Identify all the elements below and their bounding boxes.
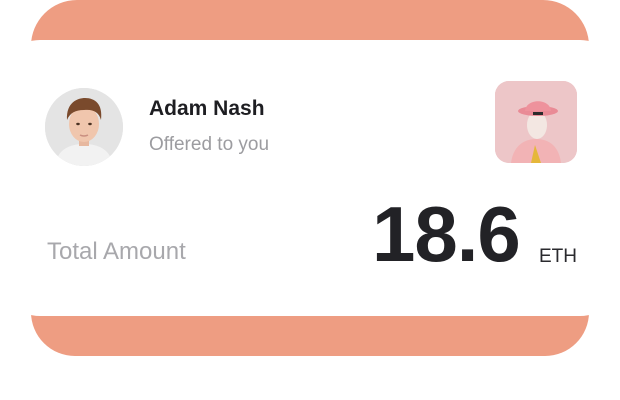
- total-amount-label: Total Amount: [47, 238, 186, 265]
- nft-thumbnail[interactable]: [495, 81, 577, 163]
- offer-card[interactable]: Adam Nash Offered to you Total Amount 18…: [0, 40, 620, 316]
- nft-artwork-icon: [495, 81, 577, 163]
- offer-widget: Adam Nash Offered to you Total Amount 18…: [0, 0, 620, 400]
- currency-label: ETH: [539, 246, 577, 267]
- user-avatar[interactable]: [45, 88, 123, 166]
- user-name: Adam Nash: [149, 97, 265, 120]
- person-avatar-icon: [45, 88, 123, 166]
- offer-subtitle: Offered to you: [149, 134, 270, 155]
- offer-amount: 18.6: [372, 190, 521, 278]
